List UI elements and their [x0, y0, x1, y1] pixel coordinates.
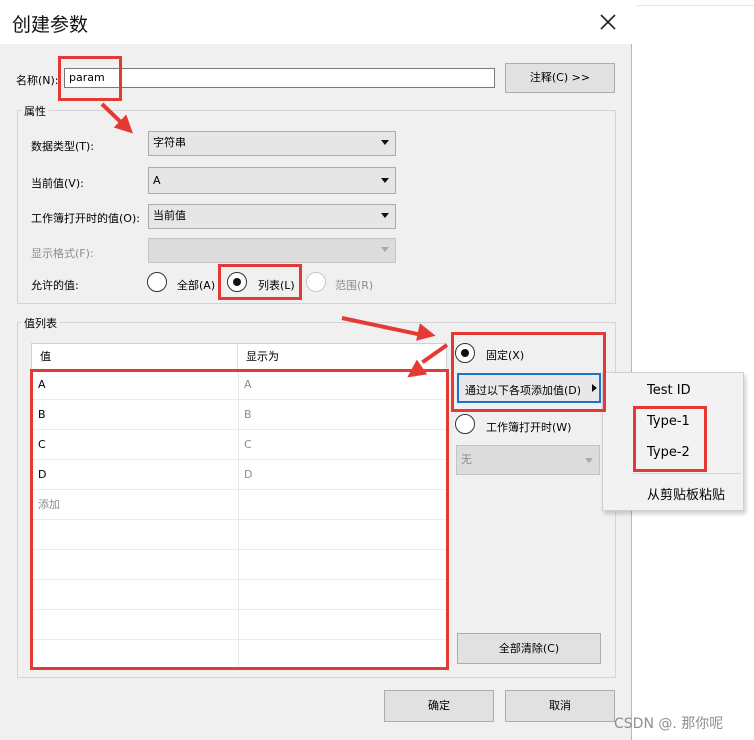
- chevron-down-icon: [381, 178, 389, 183]
- chevron-down-icon: [585, 458, 593, 463]
- background-panel-edge: [637, 0, 754, 6]
- display-format-select: [148, 238, 396, 263]
- annotation-box-name: [58, 56, 122, 101]
- column-header-value[interactable]: 值: [32, 344, 238, 370]
- radio-range-label: 范围(R): [335, 279, 374, 292]
- ok-button[interactable]: 确定: [384, 690, 494, 722]
- radio-on-open[interactable]: [455, 414, 475, 434]
- annotation-arrow-icon: [416, 323, 438, 345]
- watermark: CSDN @. 那你呢: [614, 716, 724, 732]
- on-open-value: 当前值: [153, 209, 186, 222]
- menu-item-test-id[interactable]: Test ID: [647, 383, 691, 398]
- annotation-box-table: [30, 369, 449, 670]
- radio-on-open-label: 工作簿打开时(W): [486, 421, 572, 434]
- current-value-label: 当前值(V):: [31, 177, 84, 190]
- radio-allowed-all[interactable]: [147, 272, 167, 292]
- title-bar: 创建参数: [0, 0, 632, 44]
- comment-button[interactable]: 注释(C) >>: [505, 63, 615, 93]
- on-open-source-value: 无: [461, 453, 472, 466]
- on-open-select[interactable]: 当前值: [148, 204, 396, 229]
- clear-all-button[interactable]: 全部清除(C): [457, 633, 601, 664]
- on-open-label: 工作簿打开时的值(O):: [31, 212, 140, 225]
- name-label: 名称(N):: [16, 74, 59, 87]
- annotation-box-list: [218, 264, 302, 300]
- on-open-source-select: 无: [456, 445, 600, 475]
- properties-group-title: 属性: [21, 103, 49, 119]
- data-type-label: 数据类型(T):: [31, 140, 95, 153]
- cancel-button[interactable]: 取消: [505, 690, 615, 722]
- allowed-values-label: 允许的值:: [31, 279, 79, 292]
- chevron-down-icon: [381, 140, 389, 145]
- close-icon[interactable]: [594, 8, 622, 36]
- chevron-down-icon: [381, 213, 389, 218]
- menu-item-paste-clipboard[interactable]: 从剪贴板粘贴: [647, 484, 725, 503]
- display-format-label: 显示格式(F):: [31, 247, 94, 260]
- radio-all-label: 全部(A): [177, 279, 216, 292]
- annotation-box-types: [633, 406, 707, 472]
- chevron-down-icon: [381, 247, 389, 252]
- menu-separator: [633, 473, 741, 474]
- current-value-value: A: [153, 174, 161, 187]
- data-type-value: 字符串: [153, 136, 186, 149]
- data-type-select[interactable]: 字符串: [148, 131, 396, 156]
- radio-allowed-range: [306, 272, 326, 292]
- dialog-title: 创建参数: [12, 14, 89, 36]
- current-value-select[interactable]: A: [148, 167, 396, 194]
- value-list-group-title: 值列表: [21, 315, 60, 331]
- annotation-box-fixed: [451, 332, 606, 412]
- name-input[interactable]: param: [64, 68, 495, 88]
